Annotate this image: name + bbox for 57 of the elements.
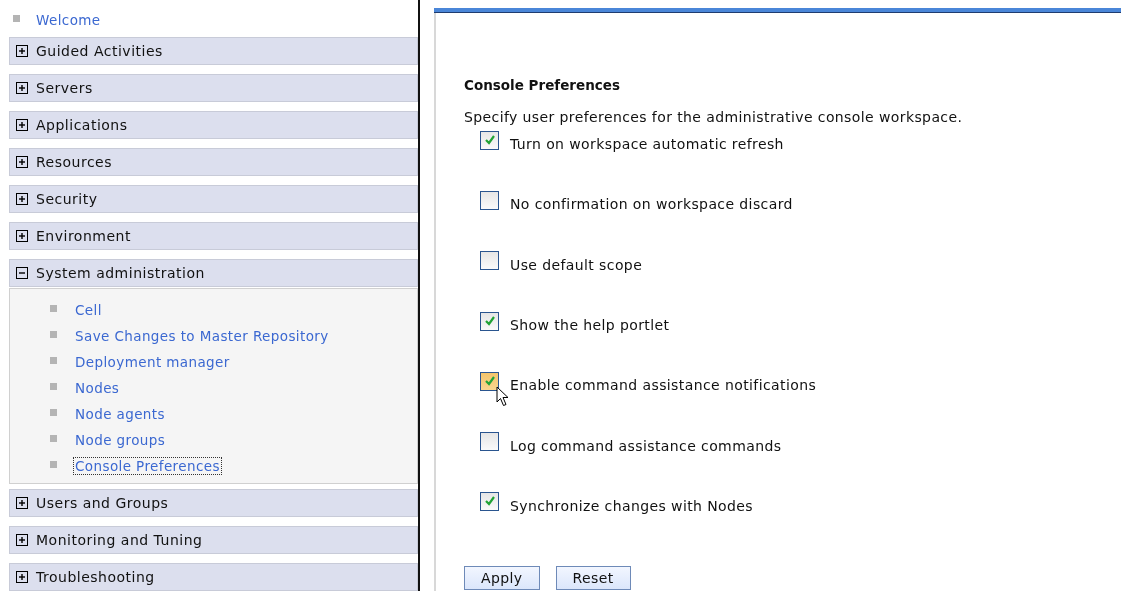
nav-link[interactable]: Deployment manager <box>73 353 232 371</box>
bullet-icon <box>50 434 57 442</box>
bullet-icon <box>50 408 57 416</box>
expand-icon <box>16 193 28 205</box>
checkbox-label: No confirmation on workspace discard <box>510 196 793 213</box>
bullet-icon <box>50 382 57 390</box>
collapse-icon <box>16 267 28 279</box>
expand-icon <box>16 45 28 57</box>
nav-section-header[interactable]: Monitoring and Tuning <box>9 526 418 554</box>
checkbox-label: Show the help portlet <box>510 317 670 334</box>
bullet-icon <box>50 304 57 312</box>
nav-section-header[interactable]: System administration <box>9 259 418 287</box>
nav-link[interactable]: Save Changes to Master Repository <box>73 327 331 345</box>
checkbox-label: Use default scope <box>510 256 643 273</box>
nav-section-header[interactable]: Troubleshooting <box>9 563 418 591</box>
nav-section-header[interactable]: Resources <box>9 148 418 176</box>
checkbox[interactable] <box>480 432 499 452</box>
nav-section-header[interactable]: Environment <box>9 222 418 250</box>
checkbox-label: Log command assistance commands <box>510 437 782 454</box>
nav-section-header[interactable]: Security <box>9 185 418 213</box>
bullet-icon <box>50 330 57 338</box>
expand-icon <box>16 230 28 242</box>
nav-link[interactable]: Node groups <box>73 431 168 449</box>
bullet-icon <box>50 460 57 468</box>
checkbox-label: Turn on workspace automatic refresh <box>510 136 784 153</box>
nav-section-header[interactable]: Servers <box>9 74 418 102</box>
nav-link[interactable]: Node agents <box>73 405 167 423</box>
expand-icon <box>16 119 28 131</box>
welcome-link[interactable]: Welcome <box>34 11 103 29</box>
checkbox[interactable] <box>480 190 499 210</box>
form-button[interactable]: Apply <box>464 566 540 591</box>
bullet-icon <box>50 356 57 364</box>
checkmark-icon <box>484 133 496 146</box>
description-text: Specify user preferences for the administrative console workspace. <box>464 109 964 125</box>
checkmark-icon <box>484 374 496 387</box>
checkbox-label: Enable command assistance notifications <box>510 377 817 394</box>
nav-link[interactable]: Cell <box>73 301 104 319</box>
nav-link[interactable]: Console Preferences <box>73 457 222 475</box>
bullet-icon <box>13 14 20 22</box>
nav-link[interactable]: Nodes <box>73 379 122 397</box>
checkbox[interactable] <box>480 311 499 331</box>
checkmark-icon <box>484 495 496 508</box>
page-heading: Console Preferences <box>464 77 621 93</box>
expand-icon <box>16 497 28 509</box>
expand-icon <box>16 534 28 546</box>
checkmark-icon <box>484 314 496 327</box>
expand-icon <box>16 82 28 94</box>
form-button[interactable]: Reset <box>555 566 631 591</box>
expand-icon <box>16 156 28 168</box>
checkbox[interactable] <box>480 130 499 150</box>
nav-section-header[interactable]: Applications <box>9 111 418 139</box>
checkbox[interactable] <box>480 492 499 512</box>
nav-section-header[interactable]: Guided Activities <box>9 37 418 65</box>
expand-icon <box>16 571 28 583</box>
checkbox[interactable] <box>480 251 499 271</box>
nav-section-header[interactable]: Users and Groups <box>9 489 418 517</box>
checkbox-label: Synchronize changes with Nodes <box>510 497 754 514</box>
